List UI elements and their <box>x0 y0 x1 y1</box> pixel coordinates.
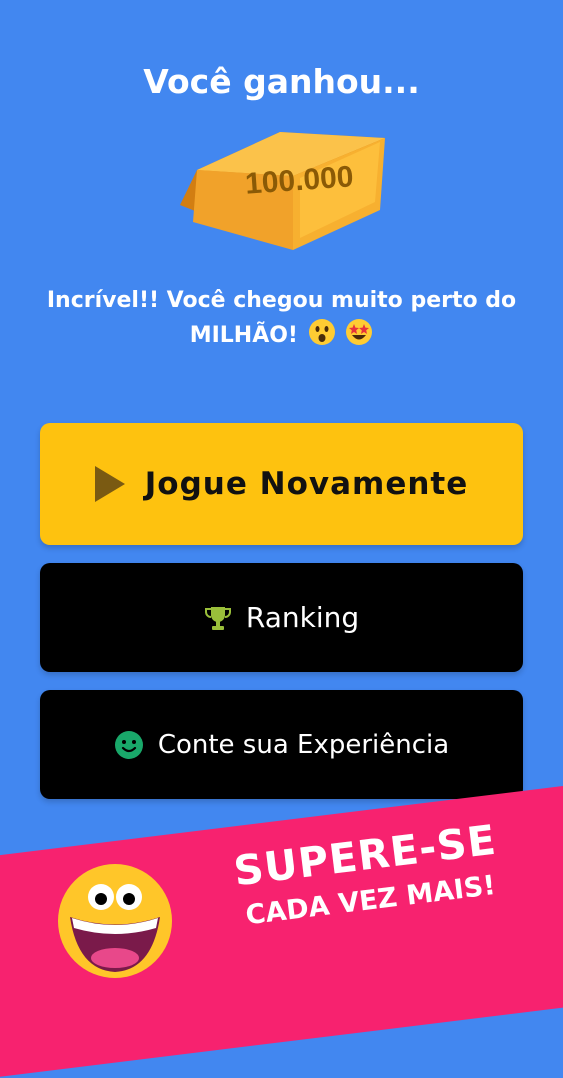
play-icon <box>94 466 125 502</box>
ranking-label: Ranking <box>245 601 360 634</box>
trophy-icon <box>204 606 231 630</box>
share-experience-button[interactable]: Conte sua Experiência <box>40 690 523 799</box>
result-message: Incrível!! Você chegou muito perto do MI… <box>40 284 523 353</box>
smiley-icon <box>114 730 143 759</box>
astonished-face-icon <box>308 319 335 345</box>
grinning-face-icon <box>58 864 172 978</box>
page-title: Você ganhou... <box>143 62 420 101</box>
gold-bar-icon: 100.000 <box>180 132 385 250</box>
play-again-button[interactable]: Jogue Novamente <box>40 423 523 545</box>
play-again-label: Jogue Novamente <box>144 466 469 502</box>
share-experience-label: Conte sua Experiência <box>157 729 450 760</box>
ranking-button[interactable]: Ranking <box>40 563 523 672</box>
result-message-text: Incrível!! Você chegou muito perto do MI… <box>46 288 517 348</box>
star-struck-face-icon <box>346 319 373 345</box>
